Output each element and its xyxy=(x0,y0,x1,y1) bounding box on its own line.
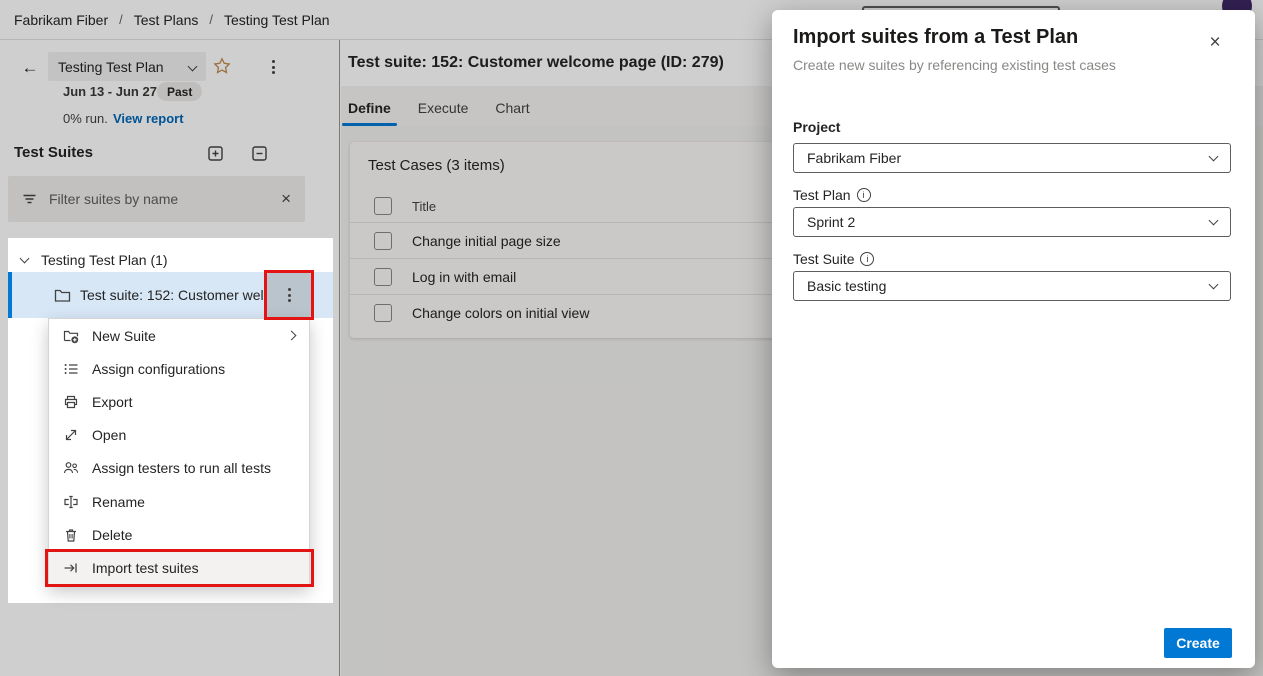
project-dropdown-value: Fabrikam Fiber xyxy=(807,150,1210,166)
tree-root-row[interactable]: Testing Test Plan (1) xyxy=(8,246,333,274)
menu-item-assign-configurations[interactable]: Assign configurations xyxy=(49,352,309,385)
menu-item-delete[interactable]: Delete xyxy=(49,518,309,551)
test-suite-label: Test Suite i xyxy=(793,251,874,267)
test-plan-dropdown-value: Sprint 2 xyxy=(807,214,1210,230)
tree-root-label: Testing Test Plan (1) xyxy=(41,252,168,268)
test-plan-label-text: Test Plan xyxy=(793,187,851,203)
tree-selected-label: Test suite: 152: Customer wel... ... xyxy=(80,287,291,303)
new-suite-icon xyxy=(63,328,79,344)
menu-item-label: Delete xyxy=(92,527,295,543)
assign-configurations-icon xyxy=(63,361,79,377)
assign-testers-icon xyxy=(63,460,79,476)
menu-item-label: Assign configurations xyxy=(92,361,295,377)
create-button[interactable]: Create xyxy=(1164,628,1232,658)
menu-item-label: Export xyxy=(92,394,295,410)
test-plan-label: Test Plan i xyxy=(793,187,871,203)
menu-item-rename[interactable]: Rename xyxy=(49,485,309,518)
test-suite-label-text: Test Suite xyxy=(793,251,854,267)
rename-icon xyxy=(63,494,79,510)
project-label: Project xyxy=(793,119,840,135)
export-icon xyxy=(63,394,79,410)
menu-item-label: Assign testers to run all tests xyxy=(92,460,295,476)
menu-item-label: Import test suites xyxy=(92,560,295,576)
menu-item-import-test-suites[interactable]: Import test suites xyxy=(49,551,309,584)
test-suite-dropdown-value: Basic testing xyxy=(807,278,1210,294)
menu-item-new-suite[interactable]: New Suite xyxy=(49,319,309,352)
chevron-down-icon xyxy=(1209,280,1219,290)
dialog-subtitle: Create new suites by referencing existin… xyxy=(793,57,1116,73)
suite-more-options-button[interactable] xyxy=(267,273,311,317)
project-label-text: Project xyxy=(793,119,840,135)
test-suite-dropdown[interactable]: Basic testing xyxy=(793,271,1231,301)
folder-icon xyxy=(54,288,71,303)
suite-context-menu: New Suite Assign configurations Export O… xyxy=(48,318,310,586)
test-plan-dropdown[interactable]: Sprint 2 xyxy=(793,207,1231,237)
open-icon xyxy=(63,427,79,443)
import-icon xyxy=(63,560,79,576)
chevron-down-icon[interactable] xyxy=(20,254,30,264)
project-dropdown[interactable]: Fabrikam Fiber xyxy=(793,143,1231,173)
menu-item-open[interactable]: Open xyxy=(49,419,309,452)
menu-item-assign-testers[interactable]: Assign testers to run all tests xyxy=(49,452,309,485)
menu-item-export[interactable]: Export xyxy=(49,385,309,418)
suite-tree-popup-region: Testing Test Plan (1) Test suite: 152: C… xyxy=(8,238,333,603)
info-icon[interactable]: i xyxy=(857,188,871,202)
menu-item-label: Open xyxy=(92,427,295,443)
close-icon[interactable]: × xyxy=(1204,32,1226,54)
chevron-right-icon xyxy=(287,331,297,341)
delete-icon xyxy=(63,527,79,543)
tree-selected-suite-row[interactable]: Test suite: 152: Customer wel... ... xyxy=(8,272,333,318)
menu-item-label: New Suite xyxy=(92,328,288,344)
kebab-icon xyxy=(280,285,298,305)
chevron-down-icon xyxy=(1209,216,1219,226)
chevron-down-icon xyxy=(1209,152,1219,162)
info-icon[interactable]: i xyxy=(860,252,874,266)
dialog-title: Import suites from a Test Plan xyxy=(793,26,1078,49)
import-suites-dialog: Import suites from a Test Plan Create ne… xyxy=(772,10,1255,668)
menu-item-label: Rename xyxy=(92,494,295,510)
